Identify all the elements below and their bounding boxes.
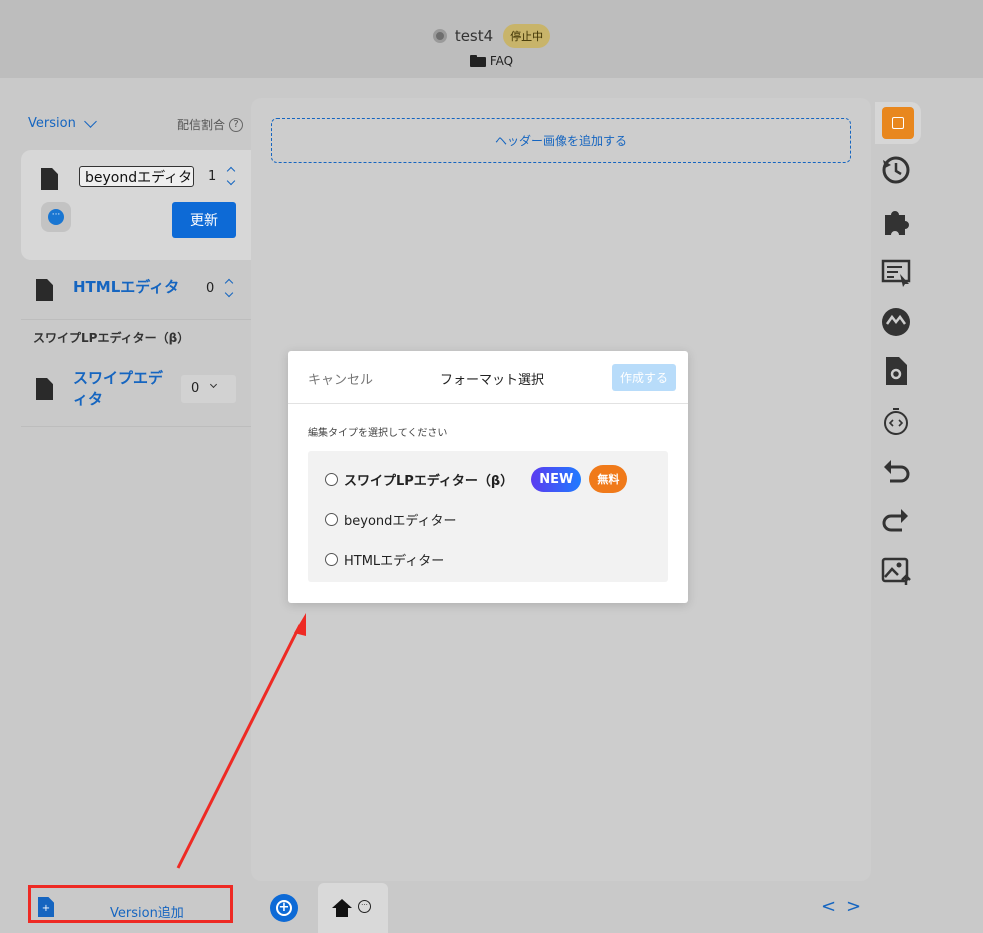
editor-type-options: スワイプLPエディター（β） NEW 無料 beyondエディター HTMLエデ… [308, 451, 668, 582]
option-swipe-editor[interactable]: スワイプLPエディター（β） NEW 無料 [325, 465, 628, 493]
format-select-dialog: キャンセル フォーマット選択 作成する 編集タイプを選択してください スワイプL… [288, 351, 688, 603]
radio-button[interactable] [325, 553, 338, 566]
new-badge: NEW [531, 466, 582, 492]
option-html-editor[interactable]: HTMLエディター [325, 550, 444, 569]
option-label: beyondエディター [344, 514, 457, 529]
create-button[interactable]: 作成する [612, 364, 676, 391]
dialog-title: フォーマット選択 [440, 373, 545, 388]
cancel-button[interactable]: キャンセル [308, 369, 373, 388]
dialog-subtitle: 編集タイプを選択してください [308, 428, 448, 439]
radio-button[interactable] [325, 513, 338, 526]
radio-button[interactable] [325, 472, 338, 486]
option-label: スワイプLPエディター（β） [344, 473, 514, 489]
free-badge: 無料 [589, 465, 628, 493]
option-beyond-editor[interactable]: beyondエディター [325, 510, 456, 529]
option-label: HTMLエディター [344, 554, 445, 569]
dialog-header: キャンセル フォーマット選択 作成する [288, 351, 688, 404]
